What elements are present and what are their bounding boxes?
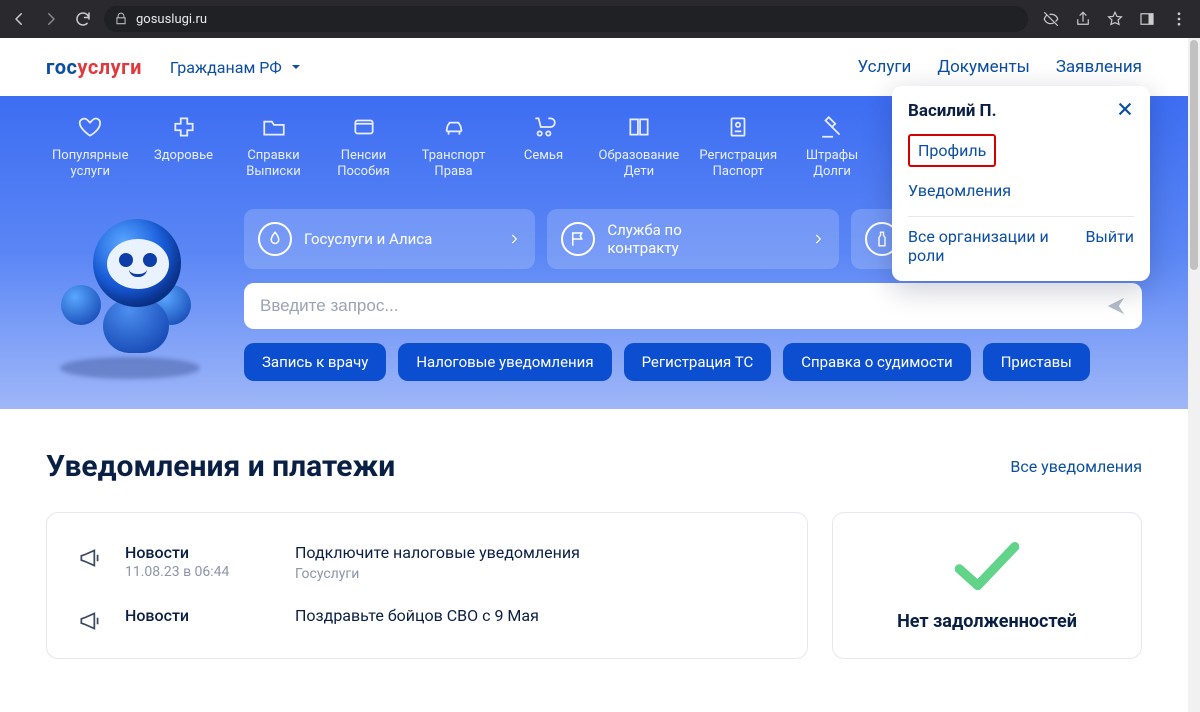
- debt-card: Нет задолженностей: [832, 512, 1142, 659]
- notifications-section: Уведомления и платежи Все уведомления Но…: [0, 409, 1188, 659]
- eye-off-icon[interactable]: [1042, 10, 1060, 28]
- top-nav: Услуги Документы Заявления: [836, 57, 1143, 77]
- forward-button[interactable]: [40, 8, 62, 30]
- megaphone-icon: [73, 543, 107, 582]
- car-icon: [441, 114, 467, 140]
- scrollbar-thumb[interactable]: [1190, 40, 1198, 270]
- chrome-actions: [1038, 10, 1192, 28]
- divider: [908, 216, 1134, 217]
- news-item[interactable]: Новости Поздравьте бойцов СВО с 9 Мая: [73, 600, 781, 634]
- checkmark-icon: [950, 537, 1024, 597]
- passport-icon: [725, 114, 751, 140]
- browser-chrome: gosuslugi.ru: [0, 0, 1200, 38]
- site-logo[interactable]: госуслуги: [46, 55, 142, 79]
- category-label: РегистрацияПаспорт: [699, 148, 777, 181]
- gavel-icon: [819, 114, 845, 140]
- category-item[interactable]: ТранспортПрава: [413, 114, 495, 181]
- category-label: Здоровье: [154, 148, 213, 164]
- promo-label: Госуслуги и Алиса: [304, 230, 495, 248]
- address-bar[interactable]: gosuslugi.ru: [104, 6, 1028, 32]
- promo-label: Служба поконтракту: [607, 221, 798, 257]
- send-icon: [1105, 295, 1127, 317]
- news-title: Поздравьте бойцов СВО с 9 Мая: [295, 606, 539, 625]
- all-notifications-link[interactable]: Все уведомления: [1010, 457, 1142, 476]
- star-icon[interactable]: [1106, 10, 1124, 28]
- plus-icon: [171, 114, 197, 140]
- segment-label: Гражданам РФ: [170, 58, 282, 77]
- category-label: ТранспортПрава: [422, 148, 486, 181]
- book-icon: [626, 114, 652, 140]
- close-button[interactable]: [1116, 100, 1134, 122]
- kebab-menu-icon[interactable]: [1170, 10, 1188, 28]
- heart-icon: [77, 114, 103, 140]
- back-button[interactable]: [8, 8, 30, 30]
- close-icon: [1116, 100, 1134, 118]
- menu-profile[interactable]: Профиль: [908, 134, 996, 167]
- category-item[interactable]: Семья: [503, 114, 585, 181]
- search-input[interactable]: [260, 296, 1102, 316]
- segment-selector[interactable]: Гражданам РФ: [170, 58, 302, 77]
- category-label: Популярныеуслуги: [52, 148, 129, 181]
- megaphone-icon: [73, 606, 107, 634]
- menu-notifications[interactable]: Уведомления: [908, 173, 1134, 208]
- page: госуслуги Гражданам РФ Услуги Документы …: [0, 38, 1200, 712]
- chevron-right-icon: [507, 232, 521, 246]
- share-icon[interactable]: [1074, 10, 1092, 28]
- promo-card[interactable]: Служба поконтракту: [547, 209, 838, 269]
- chevron-down-icon: [290, 61, 302, 73]
- news-card: Новости 11.08.23 в 06:44 Подключите нало…: [46, 512, 808, 659]
- chip-row: Запись к врачу Налоговые уведомления Регис…: [244, 343, 1142, 381]
- user-name: Василий П.: [908, 101, 997, 121]
- lock-icon: [114, 12, 128, 26]
- menu-all-orgs[interactable]: Все организации и роли: [908, 227, 1085, 265]
- wallet-icon: [351, 114, 377, 140]
- chip[interactable]: Справка о судимости: [783, 343, 971, 381]
- debt-text: Нет задолженностей: [897, 611, 1077, 632]
- panel-icon[interactable]: [1138, 10, 1156, 28]
- category-label: Семья: [524, 148, 563, 164]
- chip[interactable]: Регистрация ТС: [624, 343, 772, 381]
- stroller-icon: [531, 114, 557, 140]
- flag-icon: [561, 222, 595, 256]
- section-title: Уведомления и платежи: [46, 449, 395, 484]
- category-label: ОбразованиеДети: [599, 148, 680, 181]
- scrollbar[interactable]: [1188, 38, 1200, 712]
- nav-applications[interactable]: Заявления: [1056, 57, 1142, 77]
- nav-services[interactable]: Услуги: [858, 57, 912, 77]
- user-menu: Василий П. Профиль Уведомления Все орган…: [892, 86, 1150, 281]
- chevron-right-icon: [811, 232, 825, 246]
- category-item[interactable]: Популярныеуслуги: [46, 114, 135, 181]
- folder-icon: [261, 114, 287, 140]
- category-label: ШтрафыДолги: [806, 148, 858, 181]
- news-item[interactable]: Новости 11.08.23 в 06:44 Подключите нало…: [73, 537, 781, 600]
- news-type: Новости: [125, 606, 295, 625]
- category-item[interactable]: РегистрацияПаспорт: [693, 114, 783, 181]
- reload-button[interactable]: [72, 8, 94, 30]
- robot-mascot: [46, 209, 216, 379]
- chip[interactable]: Приставы: [983, 343, 1090, 381]
- category-item[interactable]: ОбразованиеДети: [593, 114, 686, 181]
- chip[interactable]: Налоговые уведомления: [398, 343, 611, 381]
- search-bar[interactable]: [244, 283, 1142, 329]
- drop-icon: [258, 222, 292, 256]
- menu-logout[interactable]: Выйти: [1085, 227, 1134, 265]
- logo-part1: гос: [46, 55, 77, 79]
- category-item[interactable]: СправкиВыписки: [233, 114, 315, 181]
- logo-part2: услуги: [77, 55, 142, 79]
- category-label: СправкиВыписки: [246, 148, 301, 181]
- category-item[interactable]: Здоровье: [143, 114, 225, 181]
- news-source: Госуслуги: [295, 566, 580, 582]
- category-label: ПенсииПособия: [337, 148, 390, 181]
- promo-card[interactable]: Госуслуги и Алиса: [244, 209, 535, 269]
- nav-documents[interactable]: Документы: [937, 57, 1030, 77]
- news-title: Подключите налоговые уведомления: [295, 543, 580, 562]
- search-submit[interactable]: [1102, 292, 1130, 320]
- url-text: gosuslugi.ru: [136, 12, 207, 27]
- category-item[interactable]: ПенсииПособия: [323, 114, 405, 181]
- chip[interactable]: Запись к врачу: [244, 343, 386, 381]
- news-date: 11.08.23 в 06:44: [125, 564, 295, 580]
- category-item[interactable]: ШтрафыДолги: [791, 114, 873, 181]
- news-type: Новости: [125, 543, 295, 562]
